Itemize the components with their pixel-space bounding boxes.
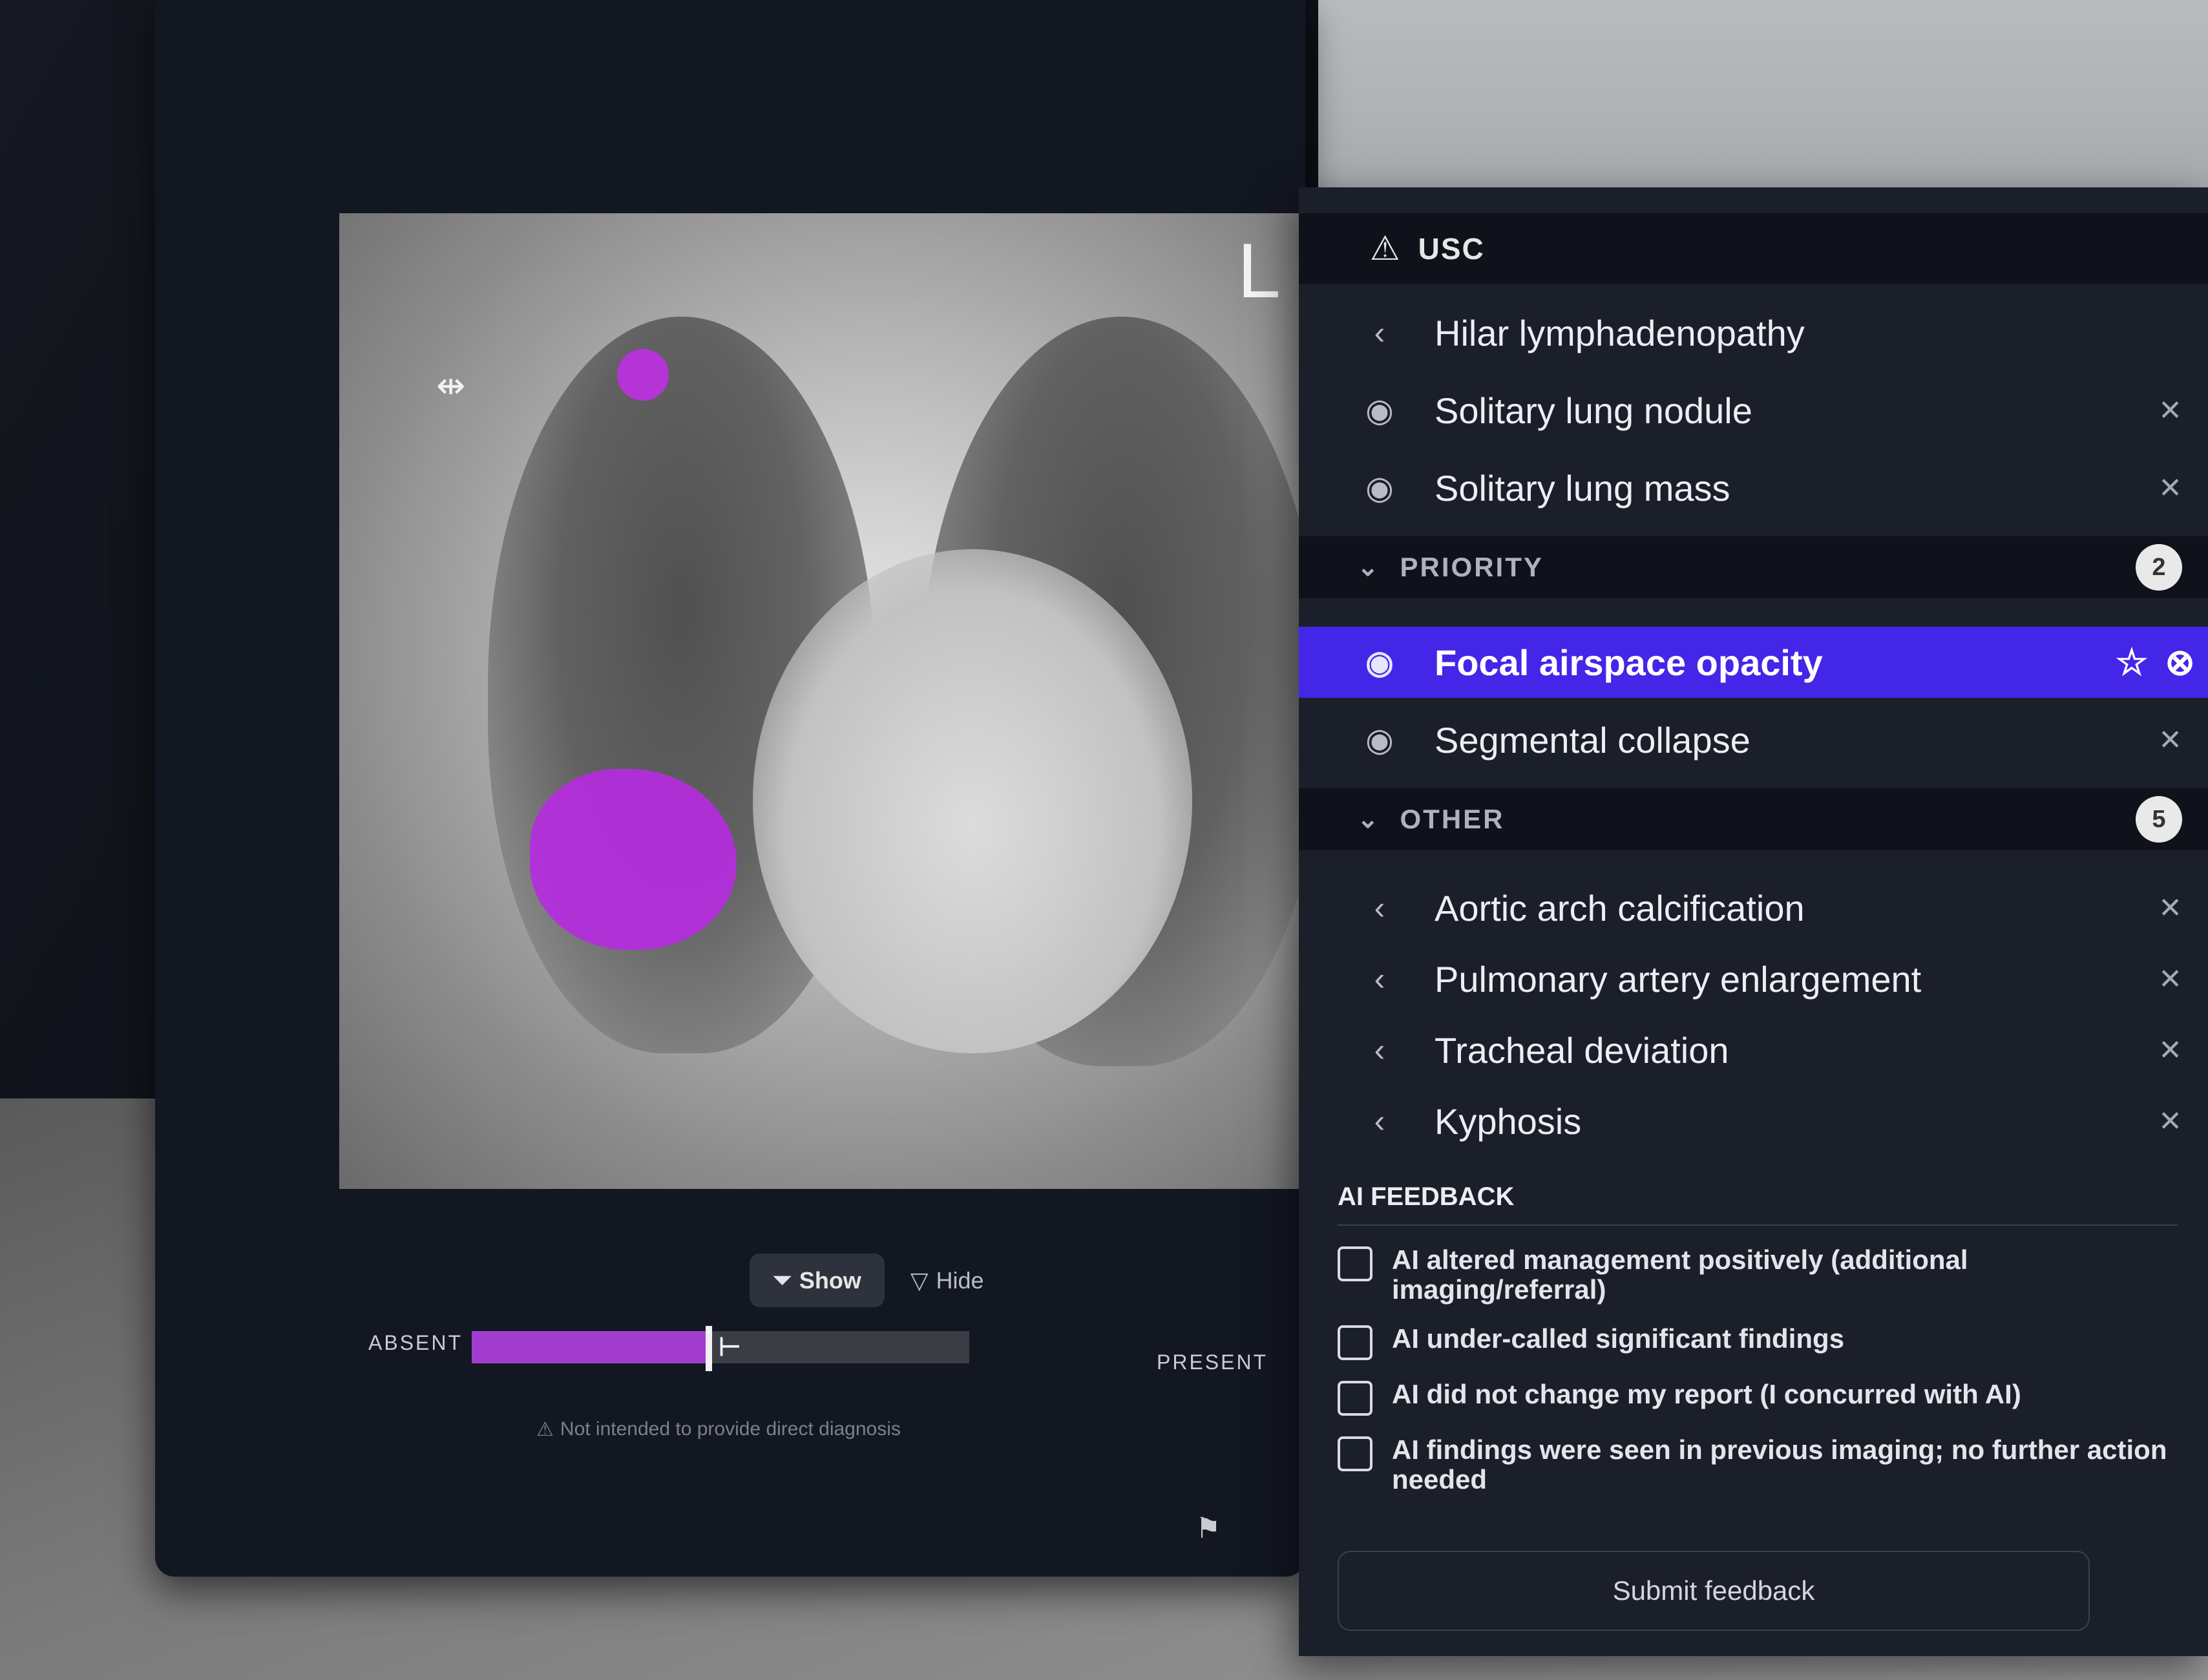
heart-shadow [753,549,1192,1053]
warning-icon: ⚠ [536,1419,554,1440]
chevron-down-icon: ⌄ [1357,805,1381,834]
chevron-left-icon[interactable]: ‹ [1351,960,1409,998]
checkbox[interactable] [1338,1246,1372,1281]
disclaimer-text: Not intended to provide direct diagnosis [560,1418,901,1440]
feedback-option-label: AI did not change my report (I concurred… [1392,1379,2021,1409]
count-badge: 5 [2136,796,2182,843]
close-icon[interactable]: ✕ [2158,892,2182,925]
chevron-left-icon[interactable]: ‹ [1351,1102,1409,1140]
funnel-outline-icon: ▽ [910,1266,929,1294]
finding-row[interactable]: ‹ Tracheal deviation ✕ [1299,1014,2208,1086]
show-overlay-button[interactable]: ⏷ Show [750,1254,885,1307]
disclaimer: ⚠ Not intended to provide direct diagnos… [536,1418,901,1441]
feedback-option-label: AI altered management positively (additi… [1392,1244,1968,1305]
finding-label: Solitary lung mass [1435,467,1730,509]
finding-label: Solitary lung nodule [1435,390,1752,431]
ai-feedback-form: AI FEEDBACK AI altered management positi… [1338,1182,2178,1514]
slider-threshold-handle[interactable] [705,1326,712,1371]
chest-xray-image: L ⇹ [339,213,1412,1189]
finding-row[interactable]: ◉ Segmental collapse ✕ [1299,704,2208,775]
eye-icon[interactable]: ◉ [1351,721,1409,759]
panel-header: ⚠ USC [1299,213,2208,284]
section-title: PRIORITY [1400,552,1544,582]
close-circle-icon[interactable]: ⊗ [2165,641,2195,684]
chevron-down-icon: ⌄ [1357,553,1381,582]
finding-label: Focal airspace opacity [1435,642,1823,683]
hide-overlay-button[interactable]: ▽ Hide [910,1267,984,1294]
eye-icon[interactable]: ◉ [1351,392,1409,429]
close-icon[interactable]: ✕ [2158,1034,2182,1067]
absent-label: ABSENT [368,1331,463,1354]
slider-track[interactable]: ⊢ [472,1326,969,1371]
eye-icon[interactable]: ◉ [1351,469,1409,507]
image-viewer: L ⇹ ⏷ Show ▽ Hide ABSENT ⊢ PRESENT ⚠ Not… [155,0,1412,1577]
finding-row[interactable]: ‹ Pulmonary artery enlargement ✕ [1299,943,2208,1014]
slider-fill [472,1331,706,1363]
finding-label: Pulmonary artery enlargement [1435,958,1922,1000]
close-icon[interactable]: ✕ [2158,394,2182,427]
finding-label: Hilar lymphadenopathy [1435,312,1805,353]
checkbox[interactable] [1338,1381,1372,1416]
star-icon[interactable]: ☆ [2116,641,2148,684]
show-label: Show [799,1266,861,1294]
close-icon[interactable]: ✕ [2158,1105,2182,1138]
close-icon[interactable]: ✕ [2158,472,2182,505]
feedback-option[interactable]: AI under-called significant findings [1338,1324,2178,1360]
finding-row[interactable]: ‹ Aortic arch calcification ✕ [1299,872,2208,943]
submit-feedback-button[interactable]: Submit feedback [1338,1551,2090,1631]
feedback-title: AI FEEDBACK [1338,1182,2178,1226]
overlay-toggle: ⏷ Show ▽ Hide [750,1254,984,1307]
present-label: PRESENT [1157,1350,1268,1374]
row-actions: ☆ ⊗ [2116,641,2195,684]
findings-panel: ⚠ USC ‹ Hilar lymphadenopathy ◉ Solitary… [1299,187,2208,1656]
background-wall [1318,0,2208,207]
checkbox[interactable] [1338,1325,1372,1360]
feedback-option[interactable]: AI findings were seen in previous imagin… [1338,1435,2178,1495]
feedback-option[interactable]: AI did not change my report (I concurred… [1338,1380,2178,1416]
finding-row[interactable]: ◉ Solitary lung mass ✕ [1299,452,2208,523]
flag-icon[interactable]: ⚑ [1195,1512,1221,1545]
confidence-slider: ABSENT ⊢ PRESENT [368,1325,1273,1383]
close-icon[interactable]: ✕ [2158,963,2182,996]
chevron-left-icon[interactable]: ‹ [1351,1031,1409,1069]
eye-icon[interactable]: ◉ [1351,644,1409,681]
panel-title: USC [1418,232,1485,266]
section-priority[interactable]: ⌄ PRIORITY 2 [1299,536,2208,598]
hide-label: Hide [936,1266,984,1294]
ai-overlay-small [617,349,669,401]
checkbox[interactable] [1338,1436,1372,1471]
close-icon[interactable]: ✕ [2158,724,2182,757]
finding-row-selected[interactable]: ◉ Focal airspace opacity ☆ ⊗ [1299,627,2208,698]
chevron-left-icon[interactable]: ‹ [1351,889,1409,927]
funnel-icon: ⏷ [773,1266,792,1293]
section-other[interactable]: ⌄ OTHER 5 [1299,788,2208,850]
finding-label: Aortic arch calcification [1435,887,1805,929]
feedback-option-label: AI findings were seen in previous imagin… [1392,1434,2167,1495]
slider-range-icon: ⊢ [718,1333,741,1361]
finding-row[interactable]: ‹ Kyphosis ✕ [1299,1086,2208,1157]
side-marker: L [1237,227,1281,314]
finding-label: Segmental collapse [1435,719,1751,761]
count-badge: 2 [2136,544,2182,591]
finding-row[interactable]: ◉ Solitary lung nodule ✕ [1299,375,2208,446]
warning-icon: ⚠ [1370,230,1400,268]
feedback-option[interactable]: AI altered management positively (additi… [1338,1245,2178,1305]
move-icon[interactable]: ⇹ [436,365,465,406]
finding-label: Tracheal deviation [1435,1029,1729,1071]
chevron-left-icon[interactable]: ‹ [1351,314,1409,352]
finding-row[interactable]: ‹ Hilar lymphadenopathy [1299,297,2208,368]
finding-label: Kyphosis [1435,1100,1582,1142]
section-title: OTHER [1400,804,1505,834]
feedback-option-label: AI under-called significant findings [1392,1323,1845,1354]
